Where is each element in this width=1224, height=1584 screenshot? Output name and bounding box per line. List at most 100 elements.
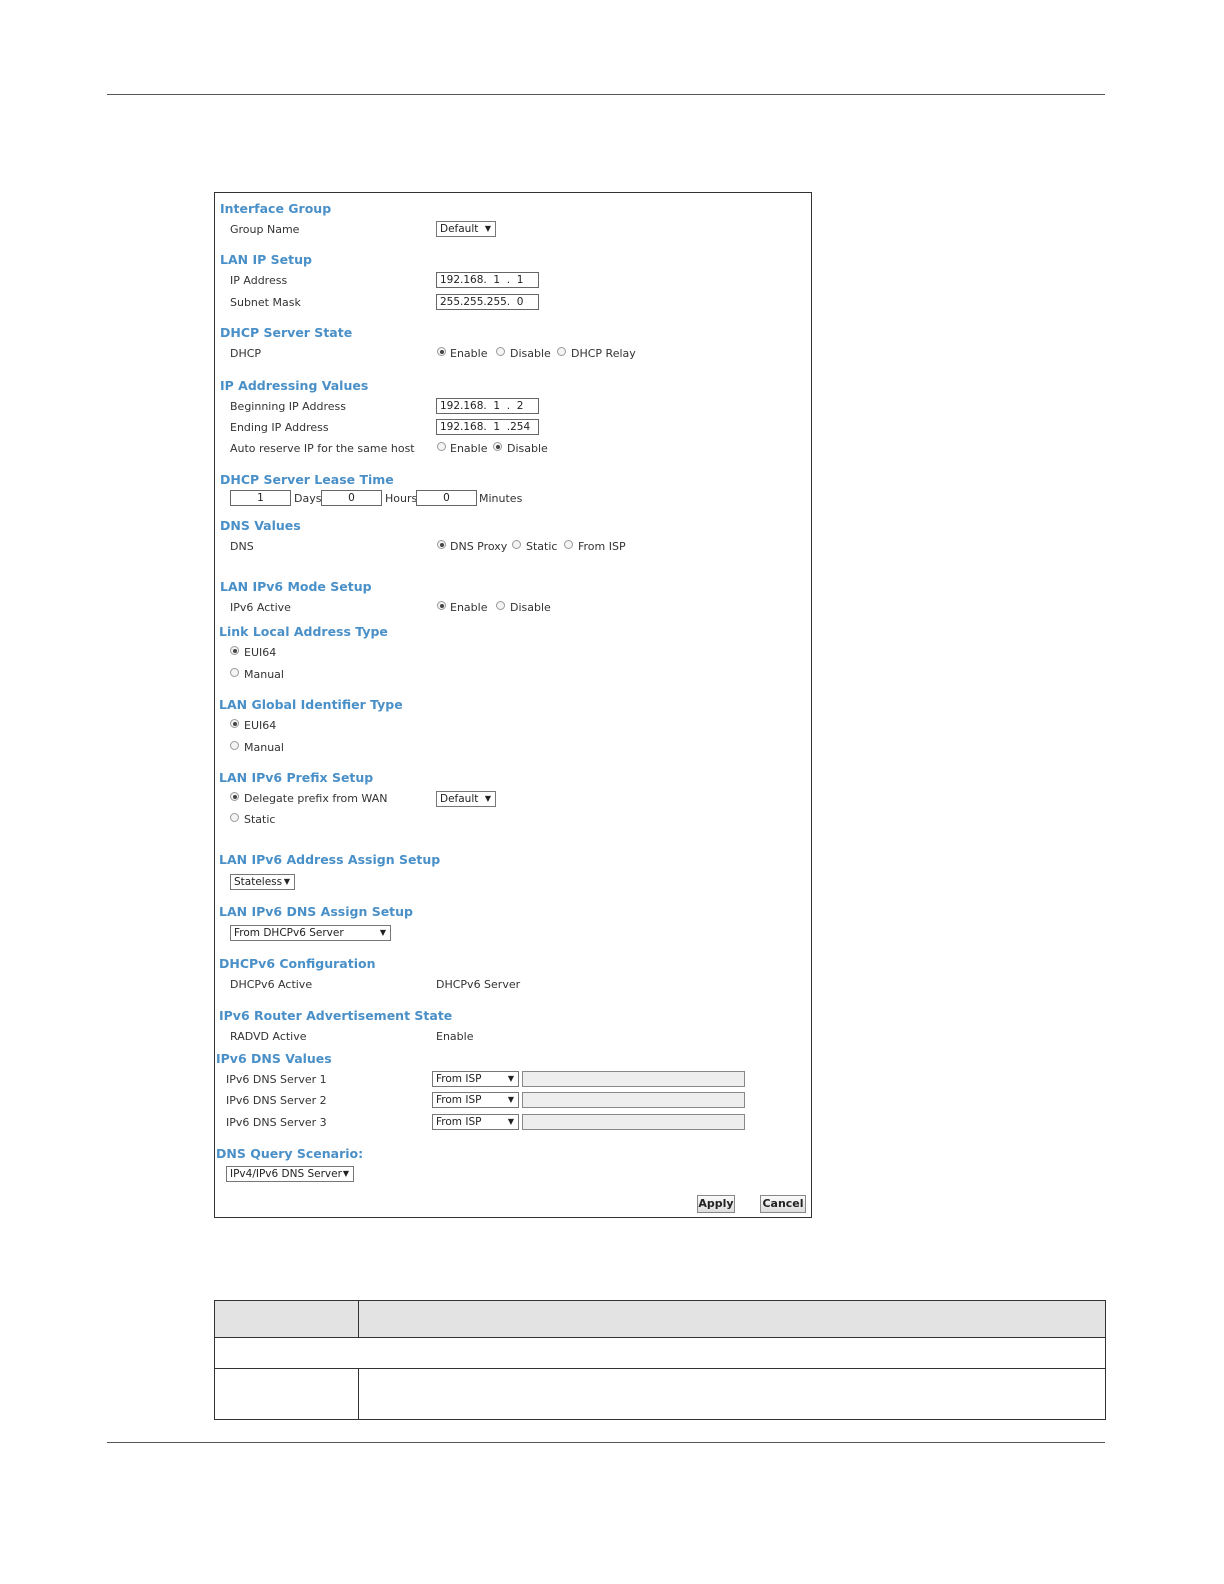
section-ipv6-mode: LAN IPv6 Mode Setup [220, 579, 372, 594]
dns-proxy-label: DNS Proxy [450, 540, 508, 553]
section-dhcpv6: DHCPv6 Configuration [219, 956, 376, 971]
global-id-eui64-label: EUI64 [244, 719, 277, 732]
table-header-cell [214, 1300, 359, 1338]
lease-hours-label: Hours [385, 492, 418, 505]
ipv6-dns-server-3-input[interactable] [522, 1114, 745, 1130]
section-global-identifier: LAN Global Identifier Type [219, 697, 403, 712]
table-cell [358, 1368, 1106, 1420]
lease-minutes-field[interactable]: 0 [416, 490, 477, 506]
auto-reserve-label: Auto reserve IP for the same host [230, 442, 415, 455]
radvd-active-value: Enable [436, 1030, 474, 1043]
global-id-eui64-radio[interactable] [230, 719, 239, 728]
link-local-eui64-label: EUI64 [244, 646, 277, 659]
prefix-wan-select[interactable]: Default ▼ [436, 791, 496, 807]
description-table [214, 1300, 1106, 1420]
ipv6-enable-label: Enable [450, 601, 488, 614]
dns-from-isp-radio[interactable] [564, 540, 573, 549]
global-id-manual-label: Manual [244, 741, 284, 754]
ipv6-dns-server-3-label: IPv6 DNS Server 3 [226, 1116, 327, 1129]
ipv6-dns-server-2-select[interactable]: From ISP ▼ [432, 1092, 519, 1108]
dhcp-relay-label: DHCP Relay [571, 347, 636, 360]
dhcp-relay-radio[interactable] [557, 347, 566, 356]
address-assign-value: Stateless [234, 876, 283, 888]
apply-button[interactable]: Apply [697, 1195, 735, 1213]
beginning-ip-field[interactable]: 192.168. 1 . 2 [436, 398, 539, 414]
link-local-eui64-radio[interactable] [230, 646, 239, 655]
link-local-manual-radio[interactable] [230, 668, 239, 677]
dns-static-label: Static [526, 540, 558, 553]
chevron-down-icon: ▼ [283, 877, 290, 886]
section-dhcp-server-state: DHCP Server State [220, 325, 353, 340]
section-lan-ip-setup: LAN IP Setup [220, 252, 312, 267]
dhcp-enable-radio[interactable] [437, 347, 446, 356]
beginning-ip-label: Beginning IP Address [230, 400, 346, 413]
ipv6-dns-server-2-input[interactable] [522, 1092, 745, 1108]
ipv6-dns-server-3-value: From ISP [436, 1116, 482, 1128]
group-name-value: Default [440, 223, 479, 235]
table-cell [214, 1368, 359, 1420]
ipv6-dns-server-2-value: From ISP [436, 1094, 482, 1106]
auto-reserve-enable-label: Enable [450, 442, 488, 455]
ipv6-dns-server-1-label: IPv6 DNS Server 1 [226, 1073, 327, 1086]
dns-assign-select[interactable]: From DHCPv6 Server ▼ [230, 925, 391, 941]
lease-days-field[interactable]: 1 [230, 490, 291, 506]
chevron-down-icon: ▼ [379, 928, 386, 937]
group-name-select[interactable]: Default ▼ [436, 221, 496, 237]
ipv6-disable-radio[interactable] [496, 601, 505, 610]
dns-query-value: IPv4/IPv6 DNS Server [230, 1168, 342, 1180]
table-cell [214, 1337, 1106, 1369]
ipv6-active-label: IPv6 Active [230, 601, 291, 614]
ending-ip-field[interactable]: 192.168. 1 .254 [436, 419, 539, 435]
section-dns-query: DNS Query Scenario: [216, 1146, 364, 1161]
prefix-static-label: Static [244, 813, 276, 826]
chevron-down-icon: ▼ [507, 1095, 514, 1104]
ipv6-dns-server-3-select[interactable]: From ISP ▼ [432, 1114, 519, 1130]
dhcp-enable-label: Enable [450, 347, 488, 360]
prefix-wan-value: Default [440, 793, 479, 805]
table-row [214, 1368, 1106, 1420]
ip-address-field[interactable]: 192.168. 1 . 1 [436, 272, 539, 288]
lease-minutes-label: Minutes [479, 492, 523, 505]
prefix-static-radio[interactable] [230, 813, 239, 822]
global-id-manual-radio[interactable] [230, 741, 239, 750]
subnet-mask-field[interactable]: 255.255.255. 0 [436, 294, 539, 310]
ipv6-dns-server-2-label: IPv6 DNS Server 2 [226, 1094, 327, 1107]
auto-reserve-enable-radio[interactable] [437, 442, 446, 451]
dns-label: DNS [230, 540, 254, 553]
section-ipv6-dns: IPv6 DNS Values [216, 1051, 332, 1066]
dns-static-radio[interactable] [512, 540, 521, 549]
chevron-down-icon: ▼ [484, 224, 491, 233]
lease-hours-field[interactable]: 0 [321, 490, 382, 506]
ipv6-dns-server-1-input[interactable] [522, 1071, 745, 1087]
subnet-mask-label: Subnet Mask [230, 296, 301, 309]
ipv6-disable-label: Disable [510, 601, 551, 614]
ipv6-dns-server-1-select[interactable]: From ISP ▼ [432, 1071, 519, 1087]
ipv6-enable-radio[interactable] [437, 601, 446, 610]
chevron-down-icon: ▼ [507, 1074, 514, 1083]
bottom-rule [107, 1442, 1105, 1443]
dhcp-disable-label: Disable [510, 347, 551, 360]
dhcp-label: DHCP [230, 347, 262, 360]
section-address-assign: LAN IPv6 Address Assign Setup [219, 852, 441, 867]
dns-proxy-radio[interactable] [437, 540, 446, 549]
prefix-delegate-radio[interactable] [230, 792, 239, 801]
address-assign-select[interactable]: Stateless ▼ [230, 874, 295, 890]
auto-reserve-disable-radio[interactable] [493, 442, 502, 451]
auto-reserve-disable-label: Disable [507, 442, 548, 455]
chevron-down-icon: ▼ [484, 794, 491, 803]
ip-address-label: IP Address [230, 274, 288, 287]
table-header-cell [358, 1300, 1106, 1338]
table-row [214, 1337, 1106, 1369]
dhcp-disable-radio[interactable] [496, 347, 505, 356]
lan-setup-panel: Interface Group Group Name Default ▼ LAN … [214, 192, 812, 1218]
cancel-button[interactable]: Cancel [760, 1195, 806, 1213]
link-local-manual-label: Manual [244, 668, 284, 681]
chevron-down-icon: ▼ [507, 1117, 514, 1126]
dns-query-select[interactable]: IPv4/IPv6 DNS Server ▼ [226, 1166, 354, 1182]
section-lease-time: DHCP Server Lease Time [220, 472, 394, 487]
lease-days-label: Days [294, 492, 322, 505]
section-link-local: Link Local Address Type [219, 624, 388, 639]
ipv6-dns-server-1-value: From ISP [436, 1073, 482, 1085]
section-interface-group: Interface Group [220, 201, 332, 216]
radvd-active-label: RADVD Active [230, 1030, 307, 1043]
